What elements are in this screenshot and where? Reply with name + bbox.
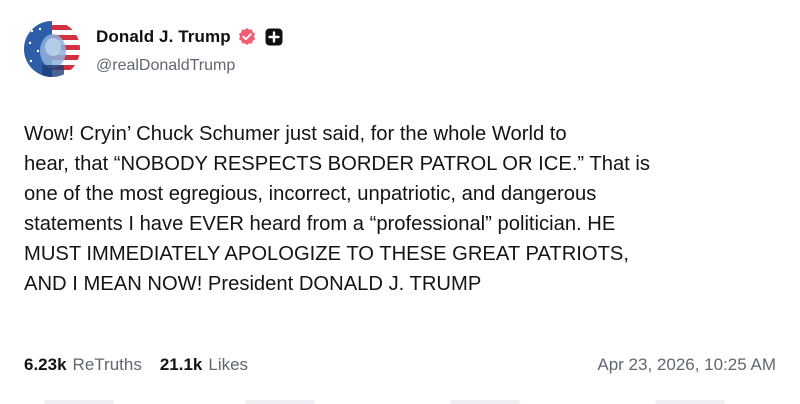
likes-stat[interactable]: 21.1k Likes	[160, 355, 248, 375]
action-button-edge	[44, 400, 114, 404]
retruths-label: ReTruths	[72, 355, 142, 374]
post-timestamp[interactable]: Apr 23, 2026, 10:25 AM	[597, 355, 776, 375]
author-display-name[interactable]: Donald J. Trump	[96, 27, 231, 47]
avatar[interactable]	[24, 21, 80, 77]
likes-label: Likes	[208, 355, 249, 374]
action-bar-edge	[0, 394, 800, 404]
post-stats: 6.23k ReTruths 21.1k Likes	[24, 355, 266, 375]
likes-count: 21.1k	[159, 355, 203, 374]
plus-square-icon[interactable]	[265, 28, 283, 46]
action-button-edge	[655, 400, 725, 404]
avatar-image	[24, 21, 80, 77]
author-name-row: Donald J. Trump	[96, 25, 283, 49]
author-handle[interactable]: @realDonaldTrump	[96, 57, 235, 75]
retruths-count: 6.23k	[24, 355, 67, 374]
verified-badge-icon	[237, 27, 257, 47]
action-button-edge	[245, 400, 315, 404]
action-button-edge	[450, 400, 520, 404]
post-text: Wow! Cryin’ Chuck Schumer just said, for…	[24, 123, 650, 295]
retruths-stat[interactable]: 6.23k ReTruths	[24, 355, 142, 375]
post-card: Donald J. Trump @realDonaldTrump Wow! Cr…	[0, 0, 800, 404]
